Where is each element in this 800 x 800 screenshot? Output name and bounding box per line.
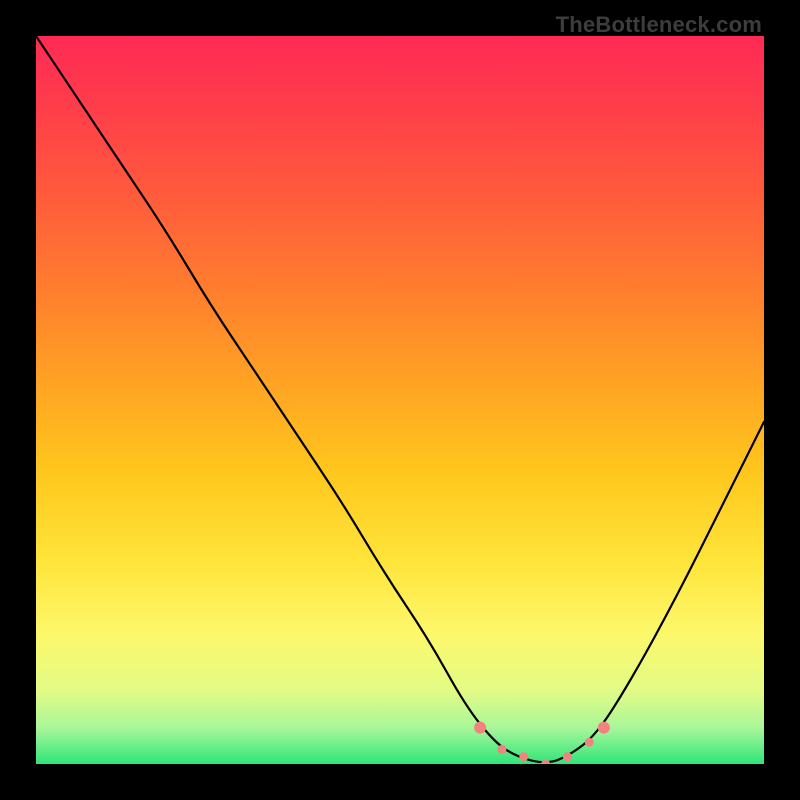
plot-area xyxy=(36,36,764,764)
valley-marker xyxy=(563,752,572,761)
valley-marker xyxy=(474,722,486,734)
valley-marker xyxy=(598,722,610,734)
curve-path xyxy=(36,36,764,762)
valley-marker xyxy=(497,745,506,754)
chart-svg xyxy=(36,36,764,764)
valley-markers-group xyxy=(474,722,610,764)
valley-marker xyxy=(519,752,528,761)
valley-marker xyxy=(585,738,594,747)
chart-frame: TheBottleneck.com xyxy=(36,14,764,764)
valley-marker xyxy=(541,760,550,765)
gradient-bg xyxy=(36,36,764,764)
watermark-text: TheBottleneck.com xyxy=(556,12,762,38)
